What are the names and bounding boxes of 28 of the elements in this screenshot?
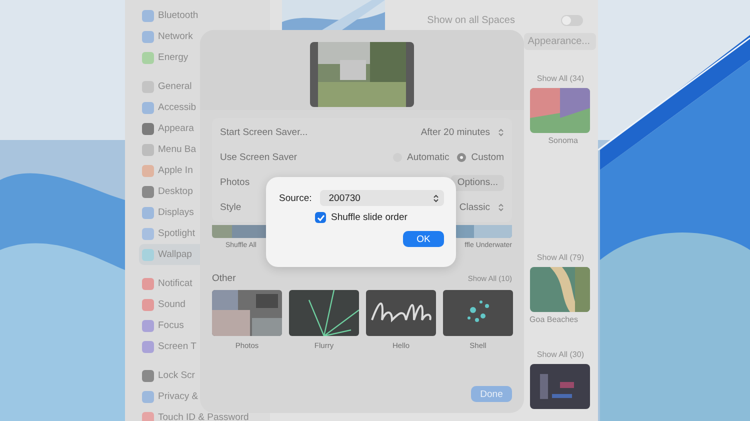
sidebar-label: Privacy &: [158, 391, 198, 402]
sidebar-label: Displays: [158, 207, 194, 218]
setting-label: Use Screen Saver: [220, 152, 298, 163]
sidebar-label: Apple In: [158, 165, 193, 176]
sidebar-label: Bluetooth: [158, 10, 198, 21]
wallpaper-label: Sonoma: [548, 136, 578, 145]
source-label: Source:: [279, 192, 312, 204]
sidebar-label: Focus: [158, 320, 184, 331]
setting-label: Style: [220, 202, 242, 213]
sidebar-label: Lock Scr: [158, 370, 195, 381]
setting-label: Start Screen Saver...: [220, 127, 308, 138]
sidebar-label: Menu Ba: [158, 144, 196, 155]
sidebar-label: Appeara: [158, 123, 194, 134]
section-title: Other: [212, 273, 236, 284]
sidebar-label: General: [158, 81, 192, 92]
sidebar-label: Screen T: [158, 341, 196, 352]
setting-label: Photos: [220, 177, 250, 188]
wallpaper-label: Goa Beaches: [530, 315, 578, 324]
setting-label: Show on all Spaces: [427, 14, 515, 26]
sidebar-label: Notificat: [158, 278, 192, 289]
sidebar-label: Touch ID & Password: [158, 412, 249, 421]
sidebar-label: Wallpap: [158, 249, 192, 260]
sidebar-label: Energy: [158, 52, 188, 63]
sidebar-label: Accessib: [158, 102, 196, 113]
sidebar-label: Sound: [158, 299, 186, 310]
sidebar-label: Desktop: [158, 186, 193, 197]
sidebar-label: Network: [158, 31, 193, 42]
sidebar-label: Spotlight: [158, 228, 195, 239]
